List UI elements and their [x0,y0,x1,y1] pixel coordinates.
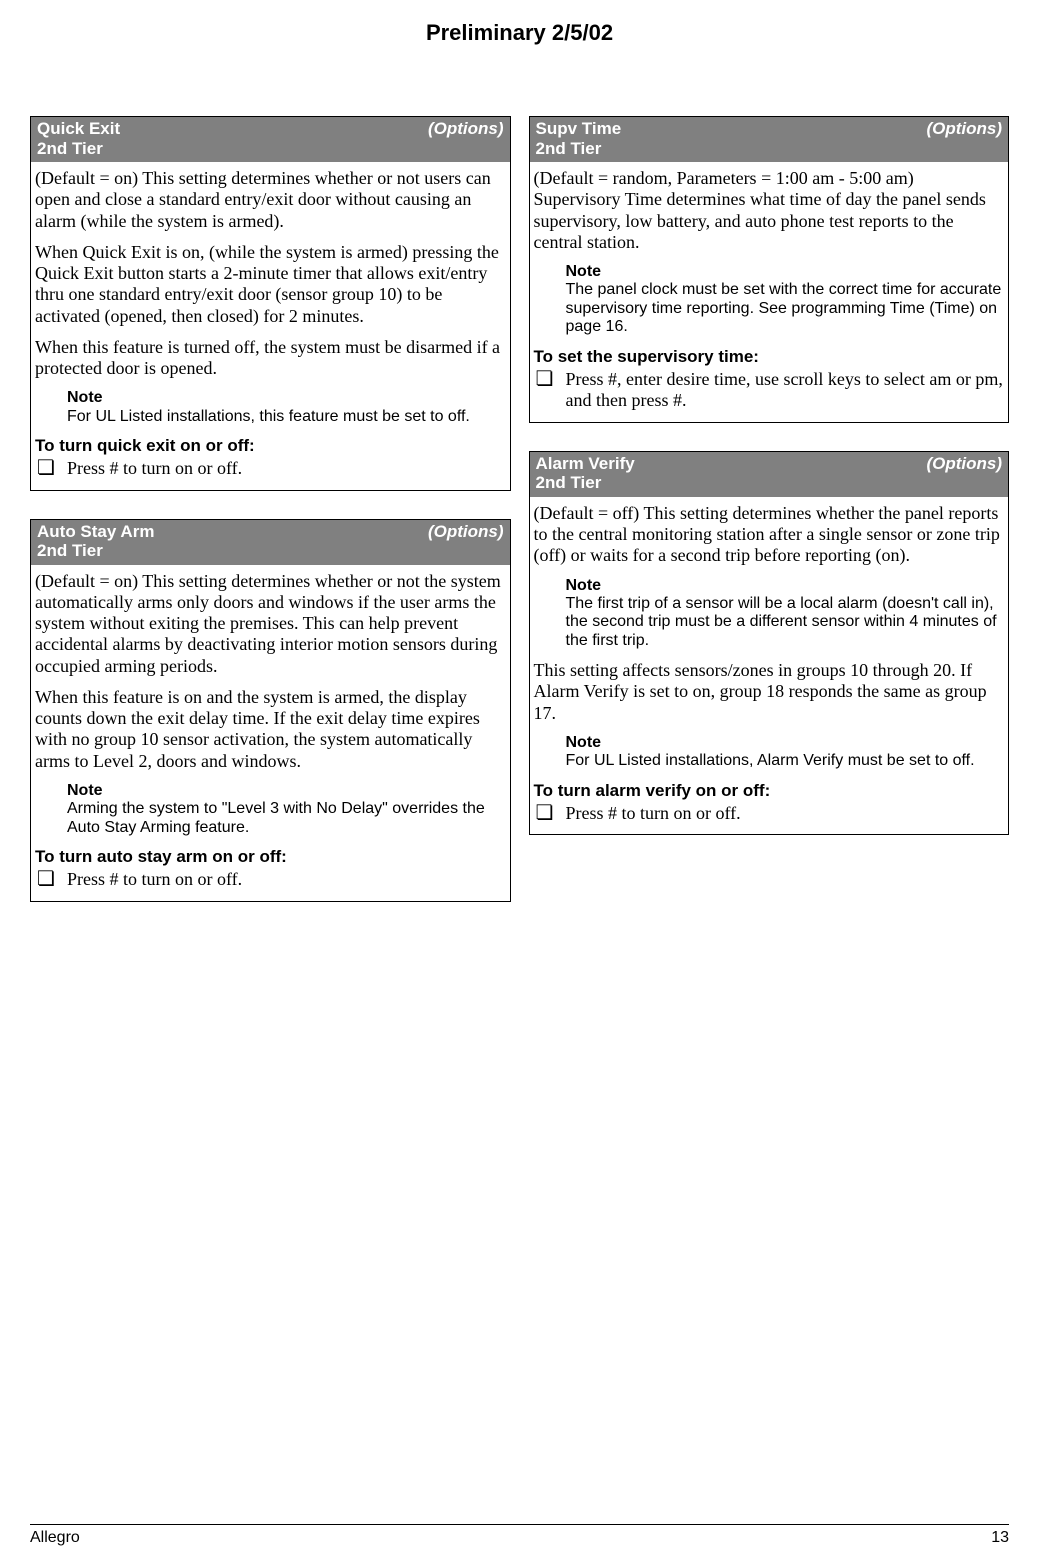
checkbox-icon: ❏ [37,458,67,478]
alarm-verify-box: Alarm Verify (Options) 2nd Tier (Default… [529,451,1010,835]
action-heading: To set the supervisory time: [534,347,1005,367]
note-text: Arming the system to "Level 3 with No De… [67,800,485,835]
action-text: Press # to turn on or off. [566,803,741,825]
page: Preliminary 2/5/02 Quick Exit (Options) … [0,0,1039,1563]
note-label: Note [566,577,1005,595]
options-label: (Options) [428,522,504,542]
auto-stay-arm-body: (Default = on) This setting determines w… [31,565,510,901]
options-label: (Options) [926,454,1002,474]
paragraph: (Default = on) This setting determines w… [35,168,506,232]
note-text: For UL Listed installations, Alarm Verif… [566,752,975,769]
tier-label: 2nd Tier [536,139,1003,159]
action-line: ❏ Press # to turn on or off. [37,869,506,891]
alarm-verify-title: Alarm Verify [536,454,635,474]
quick-exit-header: Quick Exit (Options) 2nd Tier [31,117,510,162]
action-heading: To turn auto stay arm on or off: [35,847,506,867]
checkbox-icon: ❏ [536,369,566,389]
supv-time-title: Supv Time [536,119,622,139]
page-footer: Allegro 13 [30,1524,1009,1547]
action-heading: To turn quick exit on or off: [35,436,506,456]
alarm-verify-header: Alarm Verify (Options) 2nd Tier [530,452,1009,497]
note-block: Note The first trip of a sensor will be … [566,577,1005,651]
note-label: Note [67,782,506,800]
paragraph: When this feature is turned off, the sys… [35,337,506,379]
paragraph: (Default = off) This setting determines … [534,503,1005,567]
options-label: (Options) [926,119,1002,139]
note-text: The first trip of a sensor will be a loc… [566,595,997,649]
note-text: The panel clock must be set with the cor… [566,281,1002,335]
checkbox-icon: ❏ [536,803,566,823]
supv-time-box: Supv Time (Options) 2nd Tier (Default = … [529,116,1010,423]
note-block: Note Arming the system to "Level 3 with … [67,782,506,837]
note-block: Note The panel clock must be set with th… [566,263,1005,337]
quick-exit-box: Quick Exit (Options) 2nd Tier (Default =… [30,116,511,491]
paragraph: (Default = on) This setting determines w… [35,571,506,677]
auto-stay-arm-header: Auto Stay Arm (Options) 2nd Tier [31,520,510,565]
action-text: Press #, enter desire time, use scroll k… [566,369,1005,412]
action-heading: To turn alarm verify on or off: [534,781,1005,801]
note-label: Note [67,389,506,407]
left-column: Quick Exit (Options) 2nd Tier (Default =… [30,116,511,930]
tier-label: 2nd Tier [37,139,504,159]
note-label: Note [566,263,1005,281]
action-text: Press # to turn on or off. [67,869,242,891]
right-column: Supv Time (Options) 2nd Tier (Default = … [529,116,1010,930]
paragraph: (Default = random, Parameters = 1:00 am … [534,168,1005,253]
note-block: Note For UL Listed installations, Alarm … [566,734,1005,771]
alarm-verify-body: (Default = off) This setting determines … [530,497,1009,834]
note-text: For UL Listed installations, this featur… [67,408,470,425]
supv-time-header: Supv Time (Options) 2nd Tier [530,117,1009,162]
action-line: ❏ Press # to turn on or off. [536,803,1005,825]
paragraph: When Quick Exit is on, (while the system… [35,242,506,327]
footer-page-number: 13 [991,1529,1009,1547]
supv-time-body: (Default = random, Parameters = 1:00 am … [530,162,1009,422]
preliminary-heading: Preliminary 2/5/02 [30,20,1009,46]
columns: Quick Exit (Options) 2nd Tier (Default =… [30,116,1009,930]
options-label: (Options) [428,119,504,139]
checkbox-icon: ❏ [37,869,67,889]
quick-exit-title: Quick Exit [37,119,120,139]
action-line: ❏ Press #, enter desire time, use scroll… [536,369,1005,412]
action-line: ❏ Press # to turn on or off. [37,458,506,480]
paragraph: This setting affects sensors/zones in gr… [534,660,1005,724]
action-text: Press # to turn on or off. [67,458,242,480]
tier-label: 2nd Tier [37,541,504,561]
quick-exit-body: (Default = on) This setting determines w… [31,162,510,490]
auto-stay-arm-box: Auto Stay Arm (Options) 2nd Tier (Defaul… [30,519,511,902]
tier-label: 2nd Tier [536,473,1003,493]
note-block: Note For UL Listed installations, this f… [67,389,506,426]
paragraph: When this feature is on and the system i… [35,687,506,772]
footer-left: Allegro [30,1529,80,1547]
auto-stay-arm-title: Auto Stay Arm [37,522,154,542]
note-label: Note [566,734,1005,752]
